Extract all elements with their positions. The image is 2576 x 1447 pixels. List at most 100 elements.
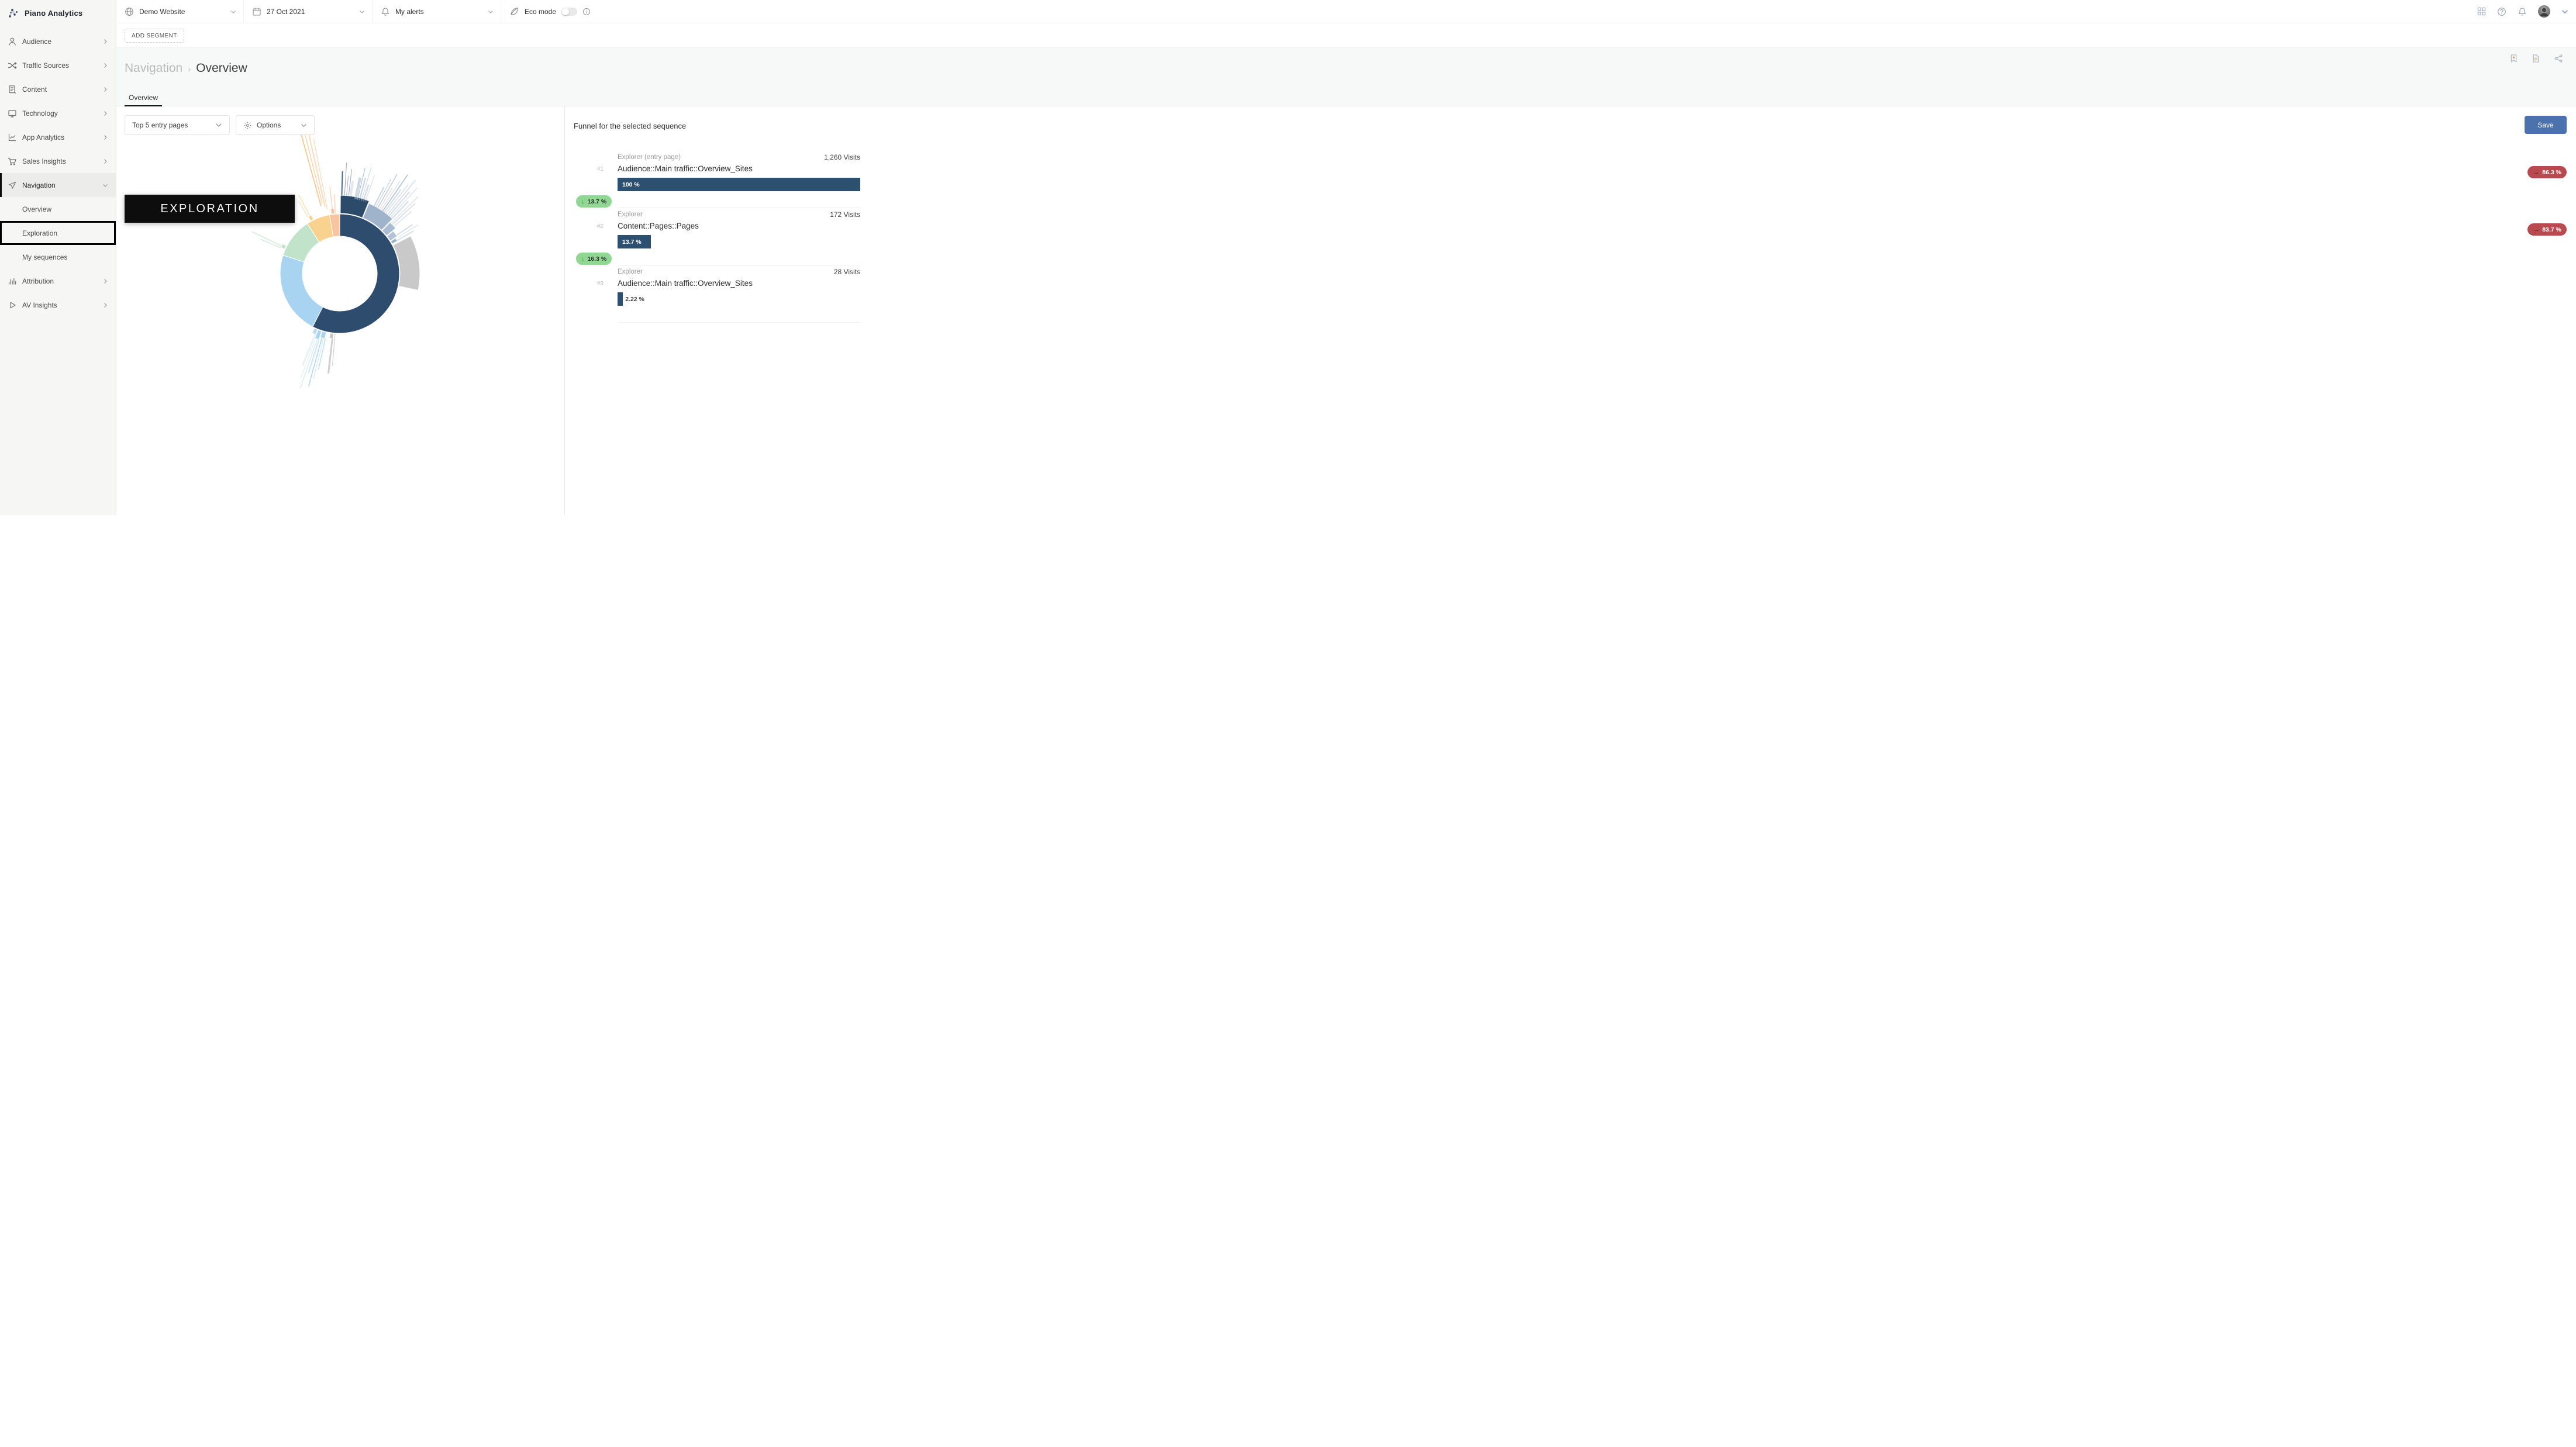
step-name: Audience::Main traffic::Overview_Sites (618, 164, 753, 173)
sunburst-spike (313, 139, 327, 209)
share-icon[interactable] (2554, 54, 2563, 63)
sunburst-spike (329, 339, 333, 374)
sidebar-item-label: Navigation (22, 181, 56, 189)
sidebar-item-sales-insights[interactable]: Sales Insights (0, 149, 116, 173)
sidebar-item-traffic-sources[interactable]: Traffic Sources (0, 53, 116, 77)
funnel-header: Funnel for the selected sequence Save (574, 106, 2567, 141)
funnel-bar: 2.22 % (618, 292, 860, 306)
sidebar-item-app-analytics[interactable]: App Analytics (0, 125, 116, 149)
sidebar-item-av-insights[interactable]: AV Insights (0, 293, 116, 317)
sunburst-segment[interactable] (330, 208, 334, 214)
sunburst-chart[interactable] (116, 106, 564, 515)
chevron-right-icon (102, 63, 108, 68)
chart-panel: Top 5 entry pages Options EXPLORATION (116, 106, 564, 515)
exploration-tooltip-label: EXPLORATION (160, 202, 258, 216)
export-document-icon[interactable] (2532, 54, 2540, 63)
sidebar-subitem-label: Overview (22, 205, 51, 213)
apps-grid-icon[interactable] (2477, 7, 2486, 16)
app-logo[interactable]: Piano Analytics (0, 0, 116, 26)
sidebar-nav: Audience Traffic Sources Content (0, 29, 116, 317)
sunburst-segment[interactable] (280, 255, 323, 327)
step-visits: 1,260 Visits (618, 153, 860, 161)
alerts-selector[interactable]: My alerts (373, 0, 501, 23)
piano-analytics-logo-icon (8, 7, 19, 19)
tab-overview[interactable]: Overview (125, 89, 162, 106)
account-chevron-down-icon[interactable] (2561, 8, 2568, 15)
retention-value: 86.3 % (2542, 169, 2561, 176)
chevron-down-icon (301, 122, 307, 129)
calendar-icon (252, 7, 261, 16)
funnel-bar: 13.7 % (618, 235, 860, 248)
sunburst-spike (252, 232, 282, 246)
alerts-selector-label: My alerts (395, 8, 424, 16)
sunburst-spike (313, 339, 323, 379)
save-button[interactable]: Save (2525, 116, 2567, 134)
options-dropdown[interactable]: Options (236, 115, 315, 135)
funnel-bar: 100 % (618, 178, 860, 191)
cart-icon (8, 157, 17, 166)
sunburst-segment[interactable] (308, 215, 313, 221)
navigation-arrow-icon (8, 181, 17, 190)
funnel-step-3[interactable]: #3 Explorer 28 Visits Audience::Main tra… (565, 265, 2576, 323)
funnel-bar-fill (618, 292, 623, 306)
help-icon[interactable] (2497, 7, 2506, 16)
step-visits: 28 Visits (618, 268, 860, 276)
breadcrumb-parent[interactable]: Navigation (125, 61, 182, 75)
sidebar-subitem-label: My sequences (22, 253, 67, 261)
sidebar-item-audience[interactable]: Audience (0, 29, 116, 53)
user-avatar[interactable] (2538, 5, 2550, 18)
funnel-step-1[interactable]: #1 Explorer (entry page) 1,260 Visits Au… (565, 151, 2576, 208)
sidebar-item-navigation[interactable]: Navigation (0, 173, 116, 197)
bar-chart-icon (8, 277, 17, 286)
sidebar-item-content[interactable]: Content (0, 77, 116, 101)
document-icon (8, 85, 17, 94)
chevron-right-icon (102, 87, 108, 92)
arrow-down-icon: ↓ (581, 198, 585, 205)
gear-icon (243, 121, 252, 130)
funnel-bar-label: 2.22 % (625, 292, 644, 306)
retention-value: 83.7 % (2542, 226, 2561, 233)
notifications-bell-icon[interactable] (2518, 7, 2527, 16)
sidebar-item-label: Content (22, 85, 47, 94)
chevron-right-icon (102, 278, 108, 284)
step-number: #3 (597, 281, 604, 287)
bell-icon (381, 7, 390, 16)
line-chart-icon (8, 133, 17, 142)
sunburst-spike (347, 176, 349, 196)
sunburst-segment[interactable] (330, 333, 334, 339)
sidebar-item-label: Technology (22, 109, 58, 118)
add-segment-button[interactable]: ADD SEGMENT (125, 29, 184, 43)
sunburst-spike (386, 185, 408, 213)
info-icon[interactable] (582, 8, 591, 16)
play-icon (8, 301, 17, 310)
sidebar-subitem-my-sequences[interactable]: My sequences (0, 245, 116, 269)
chevron-down-icon (102, 182, 108, 188)
sidebar-item-attribution[interactable]: Attribution (0, 269, 116, 293)
funnel-step-2[interactable]: #2 Explorer 172 Visits Content::Pages::P… (565, 208, 2576, 265)
breadcrumb: Navigation › Overview (125, 61, 247, 75)
sidebar-item-label: AV Insights (22, 301, 57, 309)
funnel-panel: Funnel for the selected sequence Save #1… (564, 106, 2576, 515)
retention-badge: → 83.7 % (2527, 223, 2567, 236)
arrow-right-icon: → (2533, 169, 2539, 176)
site-selector[interactable]: Demo Website (116, 0, 244, 23)
funnel-bar-label: 100 % (622, 178, 640, 191)
sidebar-subitem-overview[interactable]: Overview (0, 197, 116, 221)
sidebar-item-technology[interactable]: Technology (0, 101, 116, 125)
date-selector[interactable]: 27 Oct 2021 (244, 0, 373, 23)
sunburst-spike (391, 196, 418, 223)
retention-badge: → 86.3 % (2527, 166, 2567, 178)
chevron-down-icon (230, 9, 236, 15)
sidebar-item-label: Attribution (22, 277, 54, 285)
chevron-right-icon (102, 39, 108, 44)
options-dropdown-label: Options (257, 121, 281, 129)
eco-mode-toggle[interactable] (561, 8, 577, 16)
page-title: Overview (196, 61, 247, 75)
step-number: #1 (597, 166, 604, 172)
step-divider (618, 322, 860, 323)
entry-pages-dropdown[interactable]: Top 5 entry pages (125, 115, 230, 135)
funnel-bar-label: 13.7 % (622, 235, 642, 248)
bookmark-star-icon[interactable] (2509, 54, 2518, 63)
person-icon (8, 37, 17, 46)
sidebar-subitem-exploration[interactable]: Exploration (0, 221, 116, 245)
